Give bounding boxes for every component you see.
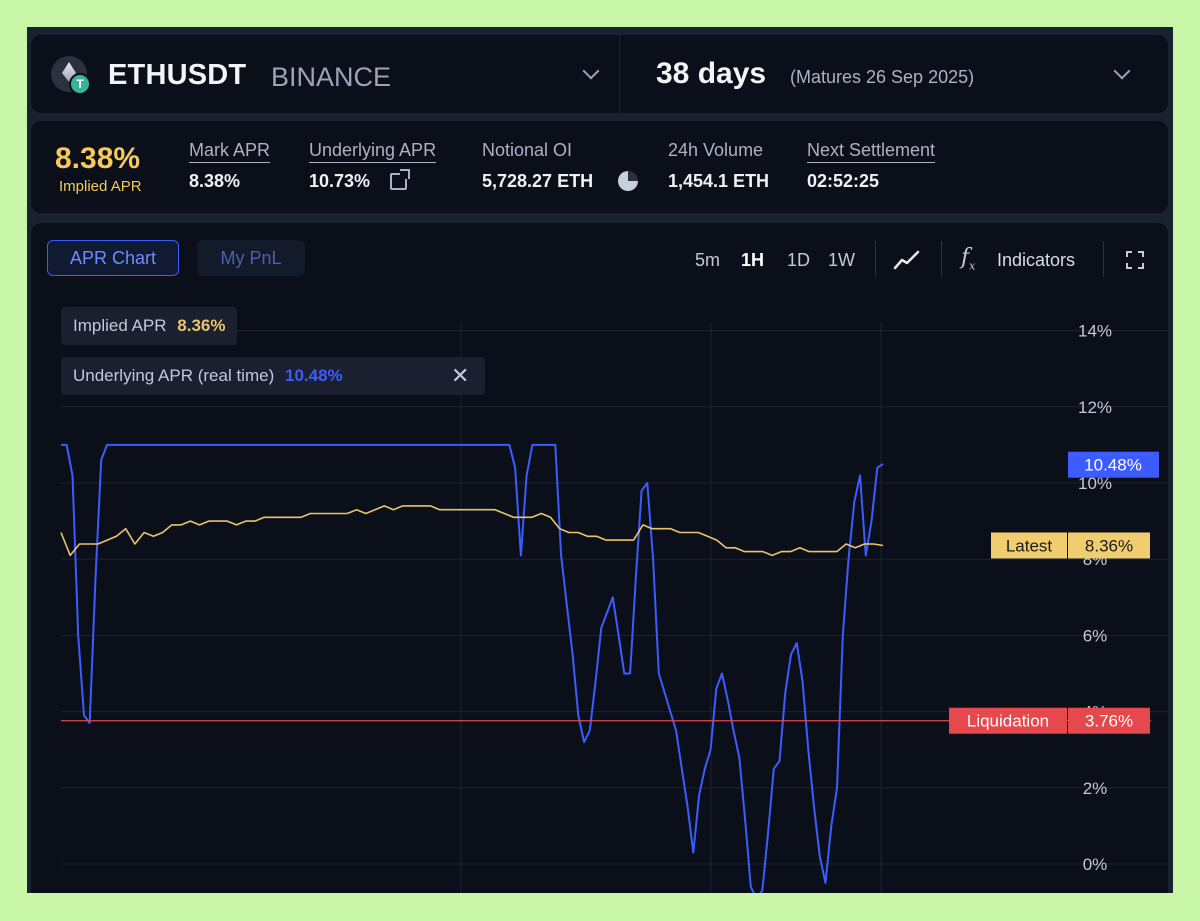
volume-value: 1,454.1 ETH xyxy=(668,171,770,191)
y-tick-label: 0% xyxy=(1083,855,1108,874)
implied-apr-value: 8.38% xyxy=(55,142,141,175)
y-tick-label: 6% xyxy=(1083,626,1108,645)
next-settlement-label[interactable]: Next Settlement xyxy=(807,140,936,163)
eth-coin-icon: T xyxy=(51,56,91,95)
toolbar-divider xyxy=(941,241,942,277)
toolbar-divider xyxy=(875,241,876,277)
maturity-date: (Matures 26 Sep 2025) xyxy=(790,67,975,87)
pair-symbol: ETHUSDT xyxy=(108,59,247,91)
implied-apr-label: Implied APR xyxy=(59,178,142,195)
chevron-down-icon[interactable] xyxy=(582,62,600,80)
chevron-down-icon[interactable] xyxy=(1113,62,1131,80)
line-chart-icon[interactable] xyxy=(893,249,921,271)
market-stats: 8.38% Implied APR Mark APR 8.38% Underly… xyxy=(31,121,1168,213)
timeframe-1d[interactable]: 1D xyxy=(787,250,810,271)
underlying-legend-label: Underlying APR (real time) xyxy=(73,366,275,385)
maturity-selector[interactable]: 38 days (Matures 26 Sep 2025) xyxy=(620,35,1168,113)
notional-oi-value: 5,728.27 ETH xyxy=(482,171,594,191)
close-icon[interactable]: ✕ xyxy=(451,357,469,395)
next-settlement-value: 02:52:25 xyxy=(807,171,880,191)
underlying-apr-label[interactable]: Underlying APR xyxy=(309,140,437,163)
y-tick-label: 12% xyxy=(1078,398,1112,417)
notional-oi-label: Notional OI xyxy=(482,140,573,160)
timeframe-5m[interactable]: 5m xyxy=(695,250,720,271)
indicators-fx-icon[interactable]: fx xyxy=(961,245,975,272)
volume-label: 24h Volume xyxy=(668,140,764,160)
toolbar-divider xyxy=(1103,241,1104,277)
indicators-button[interactable]: Indicators xyxy=(997,250,1075,271)
app-frame: T ETHUSDT BINANCE 38 days (Matures 26 Se… xyxy=(27,27,1173,893)
chart-panel: 14%12%10%8%6%4%2%0%Liquidation3.76%10.48… xyxy=(31,223,1168,893)
implied-legend-value: 8.36% xyxy=(177,316,226,335)
implied-apr-legend: Implied APR 8.36% xyxy=(61,307,238,345)
fullscreen-icon[interactable] xyxy=(1126,251,1144,269)
underlying-apr-legend: Underlying APR (real time) 10.48% ✕ xyxy=(61,357,485,395)
y-tick-label: 14% xyxy=(1078,322,1112,341)
underlying-value-label: 10.48% xyxy=(1084,456,1142,475)
liquidation-tag-label: Liquidation xyxy=(967,712,1049,731)
underlying-apr-value: 10.73% xyxy=(309,171,371,191)
tab-apr-chart[interactable]: APR Chart xyxy=(47,240,179,276)
market-selector[interactable]: T ETHUSDT BINANCE xyxy=(31,35,619,113)
tab-my-pnl[interactable]: My PnL xyxy=(197,240,305,276)
liquidation-value-label: 3.76% xyxy=(1085,712,1133,731)
implied-apr-line xyxy=(60,505,884,557)
underlying-legend-value: 10.48% xyxy=(284,366,343,385)
timeframe-1w[interactable]: 1W xyxy=(828,250,855,271)
mark-apr-label[interactable]: Mark APR xyxy=(189,140,271,163)
underlying-apr-line xyxy=(61,443,884,893)
pie-chart-icon[interactable] xyxy=(618,171,638,191)
mark-apr-value: 8.38% xyxy=(189,171,241,191)
exchange-name: BINANCE xyxy=(271,62,392,92)
timeframe-1h[interactable]: 1H xyxy=(741,250,764,271)
implied-value-label: 8.36% xyxy=(1085,536,1133,555)
latest-tag-label: Latest xyxy=(1006,536,1053,555)
maturity-days: 38 days xyxy=(656,57,767,90)
y-tick-label: 2% xyxy=(1083,779,1108,798)
external-link-icon[interactable] xyxy=(390,169,410,190)
implied-legend-label: Implied APR xyxy=(73,316,167,335)
